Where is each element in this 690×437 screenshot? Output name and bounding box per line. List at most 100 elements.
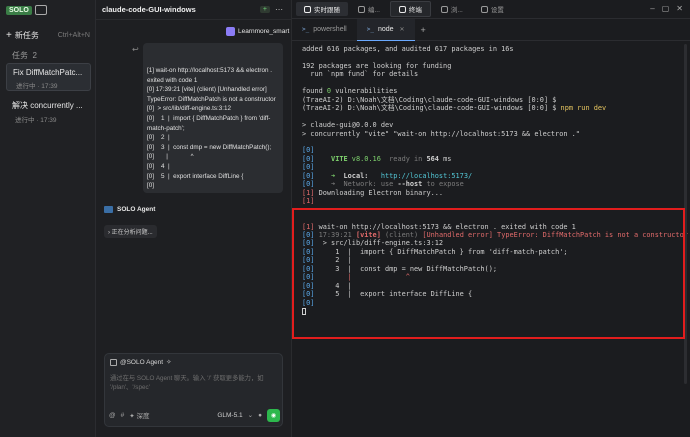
- undo-icon[interactable]: ↩: [132, 45, 139, 54]
- terminal-line: [0] 5 | export interface DiffLine {: [302, 290, 674, 298]
- tab-editor[interactable]: 编...: [350, 2, 388, 16]
- terminal-line: [0] > src/lib/diff-engine.ts:3:12: [302, 239, 674, 247]
- terminal-line: [0]: [302, 163, 674, 171]
- workspace-panel: 实时跟随 编... 终端 浏... 设置 – ▢ ✕ >_ powershell: [291, 0, 690, 437]
- tab-settings[interactable]: 设置: [473, 2, 512, 16]
- new-task-shortcut: Ctrl+Alt+N: [57, 32, 90, 39]
- message-composer[interactable]: @SOLO Agent ✧ 通过在与 SOLO Agent 聊天。输入 '/' …: [104, 353, 283, 427]
- project-title[interactable]: claude-code-GUI-windows: [102, 5, 196, 14]
- minimize-icon[interactable]: –: [650, 4, 654, 13]
- chevron-down-icon[interactable]: ⌄: [248, 411, 253, 419]
- terminal-text: npm run dev: [560, 104, 607, 113]
- terminal-icon: >_: [302, 26, 310, 33]
- tab-terminal[interactable]: 终端: [389, 1, 431, 17]
- code-icon: [358, 5, 365, 13]
- terminal-text: 564: [426, 154, 439, 163]
- composer-agent-label: @SOLO Agent: [120, 358, 164, 366]
- analyzing-status[interactable]: › 正在分析问题...: [104, 225, 157, 238]
- solo-logo: SOLO: [6, 5, 32, 15]
- message-input[interactable]: 通过在与 SOLO Agent 聊天。输入 '/' 获取更多能力，如 '/pla…: [110, 374, 278, 392]
- terminal-text: vulnerabilities: [331, 87, 398, 96]
- monitor-icon: [304, 5, 311, 13]
- composer-toolbar: @ # ✦ 深度 GLM-5.1 ⌄ ● ◉: [109, 408, 280, 422]
- tab-live-follow[interactable]: 实时跟随: [296, 2, 348, 16]
- terminal-tab-powershell[interactable]: >_ powershell: [292, 19, 357, 41]
- task-status: 进行中 · 17:39: [15, 117, 57, 124]
- task-item[interactable]: 解决 concurrently ... 进行中 · 17:39: [6, 96, 91, 124]
- user-tag: Learnmore_smart: [226, 27, 289, 36]
- close-icon[interactable]: ✕: [676, 4, 683, 13]
- terminal-text: 4 |: [314, 281, 352, 290]
- model-selector[interactable]: GLM-5.1: [217, 412, 242, 419]
- terminal-text: [1]: [302, 188, 315, 197]
- terminal-text: 1 | import { DiffMatchPatch } from 'diff…: [314, 247, 568, 256]
- terminal-line: [1]: [302, 197, 674, 205]
- terminal-line: [0] 2 |: [302, 256, 674, 264]
- message-line: [0] 3 | const dmp = new DiffMatchPatch()…: [147, 143, 272, 151]
- terminal-tab-node[interactable]: >_ node ✕: [356, 18, 415, 41]
- terminal-text: > src/lib/diff-engine.ts:3:12: [314, 239, 444, 248]
- workspace-tabs: 实时跟随 编... 终端 浏... 设置 – ▢ ✕: [292, 0, 690, 19]
- message-line: match-patch';: [147, 124, 185, 132]
- mention-icon[interactable]: @: [109, 412, 116, 419]
- terminal-text: [1]: [302, 197, 315, 206]
- terminal-scrollbar[interactable]: [684, 44, 687, 384]
- message-line: [0] 5 | export interface DiffLine {: [147, 172, 244, 180]
- send-button[interactable]: ◉: [267, 408, 280, 422]
- terminal-text: [0]: [302, 247, 315, 256]
- add-terminal-icon[interactable]: +: [415, 25, 426, 35]
- agent-logo-icon: [104, 206, 113, 213]
- terminal-icon: [398, 5, 406, 13]
- add-button[interactable]: +: [259, 6, 270, 13]
- terminal-line: added 616 packages, and audited 617 pack…: [302, 45, 674, 53]
- task-item[interactable]: Fix DiffMatchPatc... 进行中 · 17:39: [6, 63, 91, 91]
- tab-label: 设置: [490, 7, 504, 14]
- terminal-line: [0] VITE v8.0.16 ready in 564 ms: [302, 155, 674, 163]
- message-line: [0] 17:39:21 [vite] (client) [Unhandled …: [147, 86, 267, 94]
- tasks-heading-label: 任务: [12, 51, 28, 60]
- terminal-text: 17:39:21: [314, 230, 356, 239]
- terminal-line: [1] Downloading Electron binary...: [302, 189, 674, 197]
- terminal-text: [0]: [302, 171, 315, 180]
- sidebar: SOLO + 新任务 Ctrl+Alt+N 任务 2 Fix DiffMatch…: [0, 0, 96, 437]
- sidebar-toggle-icon[interactable]: [34, 5, 47, 15]
- agent-tag: SOLO Agent: [104, 206, 155, 213]
- terminal-text: [0]: [302, 264, 315, 273]
- terminal-output[interactable]: added 616 packages, and audited 617 pack…: [302, 45, 688, 316]
- terminal-text: http://localhost:5173/: [368, 171, 473, 180]
- terminal-text: [0]: [302, 239, 315, 248]
- terminal-text: [0]: [302, 281, 315, 290]
- terminal-text: Local:: [343, 171, 369, 180]
- more-icon[interactable]: ⋯: [275, 5, 283, 14]
- terminal-text: [0]: [302, 290, 315, 299]
- chevron-right-icon: ›: [108, 230, 110, 236]
- terminal-text: | ^: [314, 273, 410, 282]
- message-line: [0] > src/lib/diff-engine.ts:3:12: [147, 105, 232, 113]
- terminal-line: (TraeAI-2) D:\Noah\文档\Coding\claude-code…: [302, 96, 674, 104]
- hash-button[interactable]: #: [121, 412, 125, 419]
- terminal-text: (client): [380, 230, 423, 239]
- close-icon[interactable]: ✕: [400, 26, 405, 33]
- terminal-line: [0] 17:39:21 [vite] (client) [Unhandled …: [302, 230, 688, 239]
- tools-button[interactable]: ✦ 深度: [129, 410, 149, 420]
- terminal-line: [302, 307, 674, 315]
- terminal-line: [0] | ^: [302, 273, 674, 281]
- tools-label: 深度: [136, 413, 150, 420]
- composer-agent-tag[interactable]: @SOLO Agent ✧: [110, 358, 172, 366]
- tab-browser[interactable]: 浏...: [433, 2, 471, 16]
- new-task-button[interactable]: + 新任务 Ctrl+Alt+N: [6, 30, 90, 41]
- task-status: 进行中 · 17:39: [16, 83, 58, 90]
- task-title: Fix DiffMatchPatc...: [13, 68, 83, 77]
- terminal-tab-label: node: [377, 25, 394, 33]
- terminal-text: [0]: [302, 298, 315, 307]
- terminal-text: [0]: [302, 154, 315, 163]
- terminal-text: [0]: [302, 180, 315, 189]
- terminal-line: [0] ➜ Network: use --host to expose: [302, 180, 674, 188]
- maximize-icon[interactable]: ▢: [662, 4, 670, 13]
- chat-header: claude-code-GUI-windows + ⋯: [96, 0, 291, 20]
- mic-icon[interactable]: ●: [258, 412, 262, 419]
